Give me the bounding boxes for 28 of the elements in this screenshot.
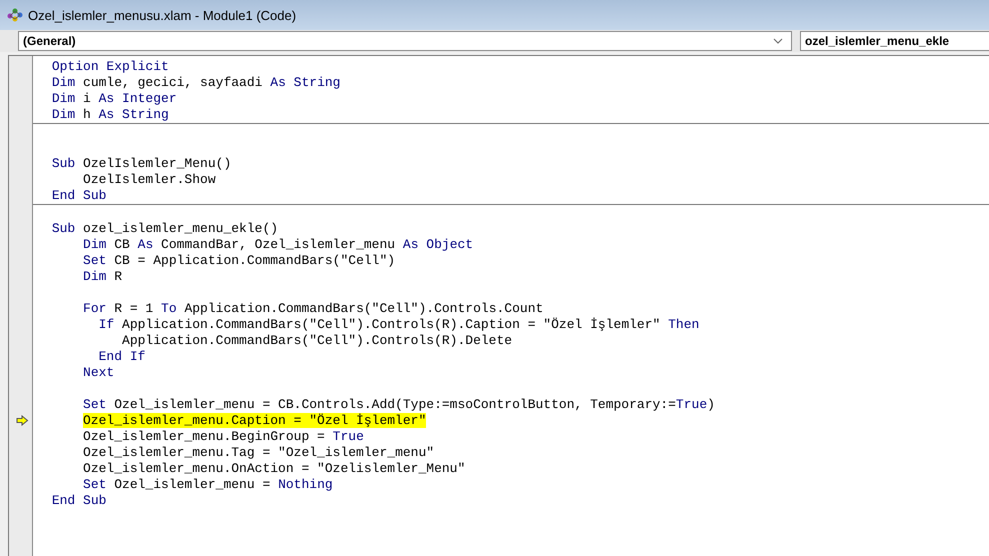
code-line: End Sub	[52, 493, 106, 508]
window-title: Ozel_islemler_menusu.xlam - Module1 (Code)	[28, 8, 296, 22]
code-line: Next	[82, 365, 114, 380]
code-line: If Application.CommandBars("Cell").Controls(R).Caption = "Özel İşlemler" Then	[98, 317, 700, 332]
code-line: Sub ozel_islemler_menu_ekle()	[52, 221, 278, 236]
arrow-icon	[16, 415, 29, 426]
code-line: For R = 1 To Application.CommandBars("Cell").Controls.Count	[82, 301, 544, 316]
code-line: End If	[98, 349, 146, 364]
code-line: End Sub	[52, 188, 106, 203]
procedure-dropdown[interactable]: ozel_islemler_menu_ekle	[800, 31, 989, 51]
code-line: Set Ozel_islemler_menu = Nothing	[82, 477, 333, 492]
code-line: OzelIslemler.Show	[82, 172, 216, 187]
code-line: Ozel_islemler_menu.OnAction = "Ozelislemler_Menu"	[82, 461, 466, 476]
code-line: Dim h As String	[52, 107, 169, 122]
code-line: Ozel_islemler_menu.BeginGroup = True	[82, 429, 364, 444]
code-line: Dim CB As CommandBar, Ozel_islemler_menu As Object	[82, 237, 474, 252]
code-line: Set CB = Application.CommandBars("Cell")	[82, 253, 396, 268]
code-line: Dim i As Integer	[52, 91, 177, 106]
code-line: Application.CommandBars("Cell").Controls(R).Delete	[121, 333, 512, 348]
code-line: Ozel_islemler_menu.Tag = "Ozel_islemler_menu"	[82, 445, 434, 460]
code-line: Option Explicit	[52, 59, 169, 74]
code-line: Dim cumle, gecici, sayfaadi As String	[52, 75, 340, 90]
chevron-down-icon	[773, 38, 783, 44]
code-line: Set Ozel_islemler_menu = CB.Controls.Add(Type:=msoControlButton, Temporary:=True)	[82, 397, 715, 412]
code-line: Sub OzelIslemler_Menu()	[52, 156, 232, 171]
module-icon	[6, 7, 24, 23]
code-line: Dim R	[82, 269, 122, 284]
object-dropdown[interactable]: (General)	[18, 31, 792, 51]
